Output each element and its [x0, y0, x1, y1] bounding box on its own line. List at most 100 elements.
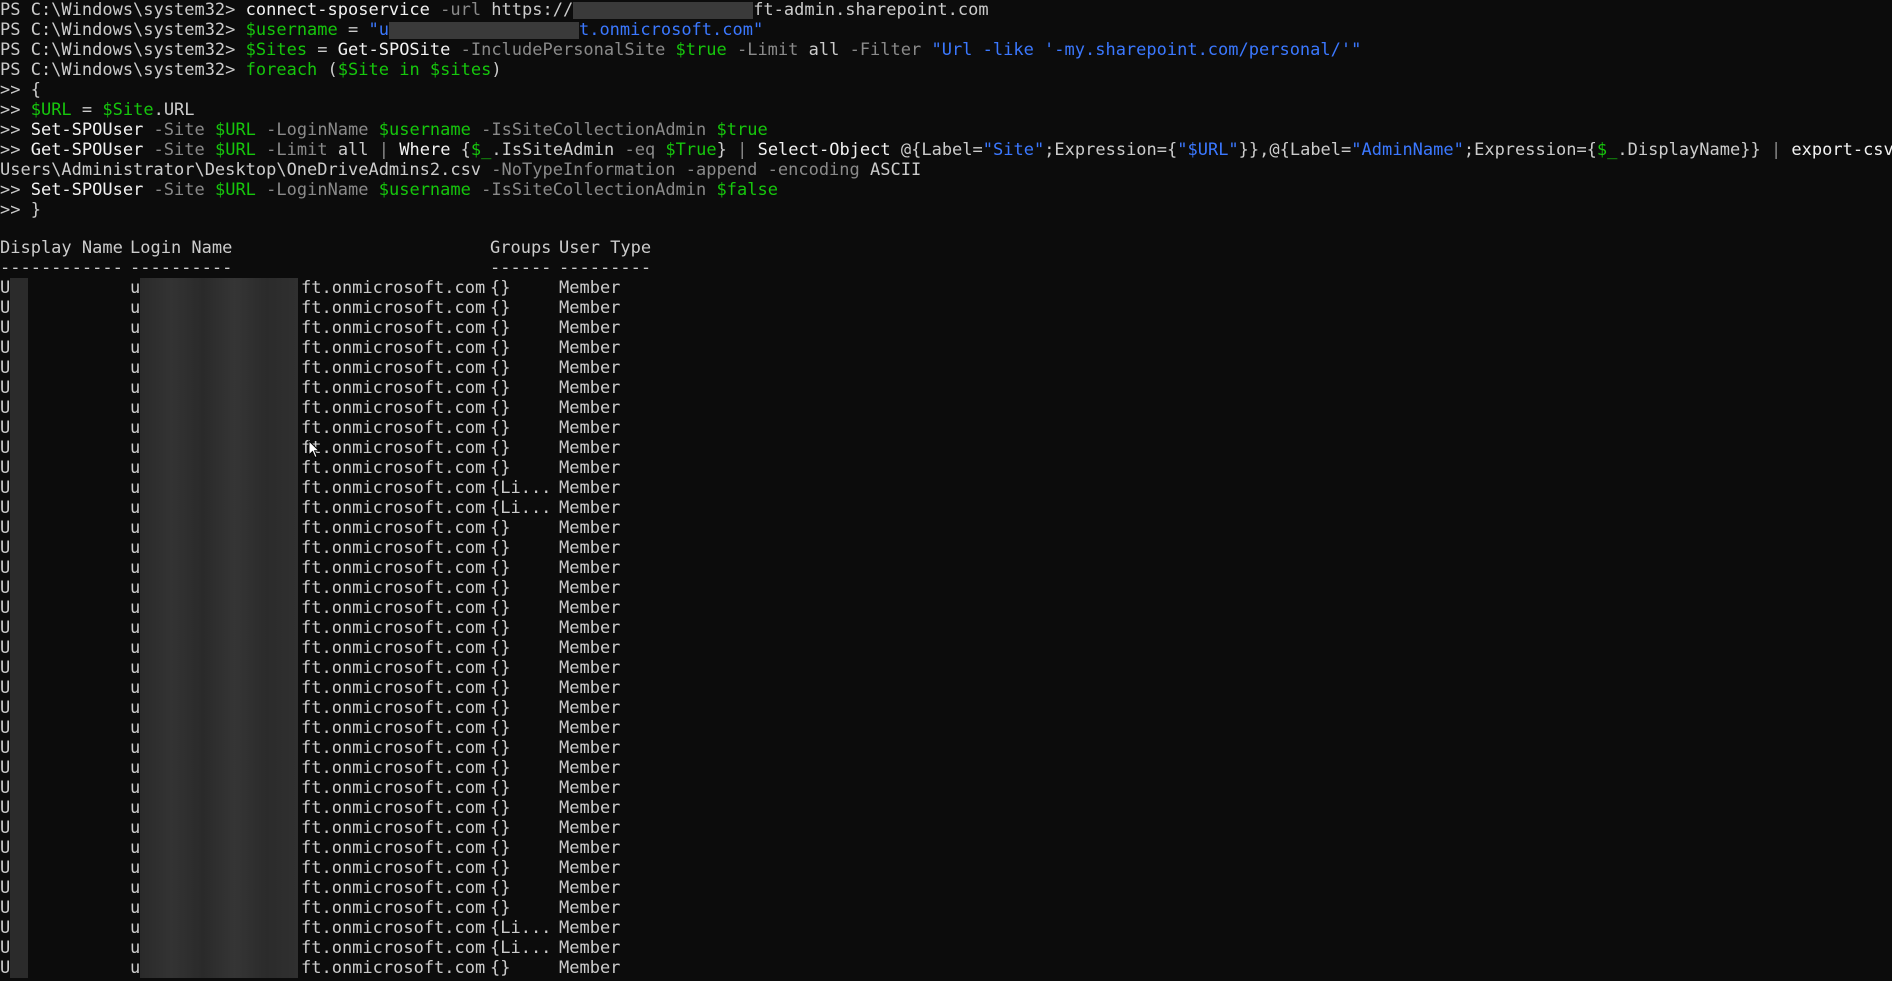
command-token: = [337, 20, 369, 40]
cell-groups: {} [490, 618, 511, 638]
command-token: $Site [337, 60, 389, 80]
command-token: } [716, 140, 738, 160]
prompt-text: >> [0, 200, 31, 220]
cell-login-name-domain: ft.onmicrosoft.com [301, 598, 486, 618]
command-token: $URL [204, 120, 256, 140]
cell-login-name-domain: ft.onmicrosoft.com [301, 558, 486, 578]
command-token: -Limit [726, 40, 799, 60]
cell-display-name: U [0, 818, 11, 838]
cell-groups: {} [490, 878, 511, 898]
cell-display-name: U [0, 518, 11, 538]
command-token: "u [368, 20, 389, 40]
cell-login-name-start: u [130, 498, 141, 518]
prompt-text: >> [0, 80, 31, 100]
cell-login-name-domain: ft.onmicrosoft.com [301, 738, 486, 758]
command-line: >> $URL = $Site.URL [0, 100, 195, 120]
cell-groups: {} [490, 598, 511, 618]
command-token: $_ [470, 140, 492, 160]
redacted-display-name [10, 798, 28, 818]
cell-login-name-start: u [130, 678, 141, 698]
cell-groups: {} [490, 958, 511, 978]
command-token: Users\Administrator\Desktop\OneDriveAdmi… [0, 160, 482, 180]
redacted-display-name [10, 858, 28, 878]
command-line: >> Set-SPOUser -Site $URL -LoginName $us… [0, 120, 768, 140]
redacted-login-name [140, 298, 298, 318]
cell-user-type: Member [559, 398, 621, 418]
cell-login-name-start: u [130, 858, 141, 878]
cell-user-type: Member [559, 418, 621, 438]
cell-user-type: Member [559, 378, 621, 398]
cell-login-name-start: u [130, 818, 141, 838]
cell-display-name: U [0, 718, 11, 738]
cell-login-name-domain: ft.onmicrosoft.com [301, 518, 486, 538]
cell-display-name: U [0, 618, 11, 638]
prompt-text: PS C:\Windows\system32> [0, 20, 246, 40]
cell-login-name-start: u [130, 798, 141, 818]
command-token: $URL [204, 180, 256, 200]
cell-groups: {} [490, 298, 511, 318]
command-line: Users\Administrator\Desktop\OneDriveAdmi… [0, 160, 921, 180]
redacted-login-name [140, 938, 298, 958]
command-token: }},@{Label= [1238, 140, 1352, 160]
cell-user-type: Member [559, 818, 621, 838]
command-line: PS C:\Windows\system32> $Sites = Get-SPO… [0, 40, 1361, 60]
cell-login-name-start: u [130, 418, 141, 438]
command-token: -Site [143, 120, 205, 140]
prompt-text: >> [0, 180, 31, 200]
cell-user-type: Member [559, 838, 621, 858]
cell-login-name-start: u [130, 778, 141, 798]
cell-groups: {} [490, 318, 511, 338]
powershell-terminal[interactable]: PS C:\Windows\system32> connect-sposervi… [0, 0, 1892, 981]
redacted-display-name [10, 578, 28, 598]
prompt-text: PS C:\Windows\system32> [0, 40, 246, 60]
redacted-text [573, 1, 754, 19]
cell-login-name-start: u [130, 578, 141, 598]
redacted-login-name [140, 438, 298, 458]
command-line: >> Get-SPOUser -Site $URL -Limit all | W… [0, 140, 1892, 160]
cell-login-name-start: u [130, 638, 141, 658]
redacted-display-name [10, 898, 28, 918]
cell-display-name: U [0, 498, 11, 518]
cell-user-type: Member [559, 958, 621, 978]
cell-display-name: U [0, 938, 11, 958]
cell-groups: {Li... [490, 938, 552, 958]
cell-groups: {} [490, 378, 511, 398]
cell-login-name-domain: ft.onmicrosoft.com [301, 878, 486, 898]
cell-user-type: Member [559, 538, 621, 558]
cell-login-name-domain: ft.onmicrosoft.com [301, 278, 486, 298]
cell-display-name: U [0, 758, 11, 778]
redacted-login-name [140, 378, 298, 398]
cell-login-name-start: u [130, 738, 141, 758]
cell-display-name: U [0, 378, 11, 398]
cell-display-name: U [0, 418, 11, 438]
cell-groups: {} [490, 418, 511, 438]
command-token: | [1770, 140, 1792, 160]
command-token: Set-SPOUser [30, 120, 144, 140]
redacted-display-name [10, 538, 28, 558]
cell-display-name: U [0, 638, 11, 658]
redacted-login-name [140, 458, 298, 478]
command-token: $_ [1596, 140, 1618, 160]
cell-display-name: U [0, 278, 11, 298]
cell-login-name-domain: ft.onmicrosoft.com [301, 538, 486, 558]
redacted-display-name [10, 398, 28, 418]
command-token: $True [655, 140, 717, 160]
redacted-display-name [10, 838, 28, 858]
cell-user-type: Member [559, 338, 621, 358]
prompt-text: >> [0, 120, 31, 140]
command-token: all [798, 40, 840, 60]
command-token: all [327, 140, 369, 160]
redacted-login-name [140, 578, 298, 598]
cell-login-name-domain: ft.onmicrosoft.com [301, 318, 486, 338]
redacted-display-name [10, 598, 28, 618]
command-token: -eq [614, 140, 656, 160]
cell-user-type: Member [559, 358, 621, 378]
redacted-login-name [140, 678, 298, 698]
redacted-login-name [140, 398, 298, 418]
cell-display-name: U [0, 698, 11, 718]
prompt-text: PS C:\Windows\system32> [0, 60, 246, 80]
command-token: Select-Object [757, 140, 891, 160]
cell-login-name-start: u [130, 878, 141, 898]
redacted-login-name [140, 778, 298, 798]
command-token: .IsSiteAdmin [491, 140, 615, 160]
